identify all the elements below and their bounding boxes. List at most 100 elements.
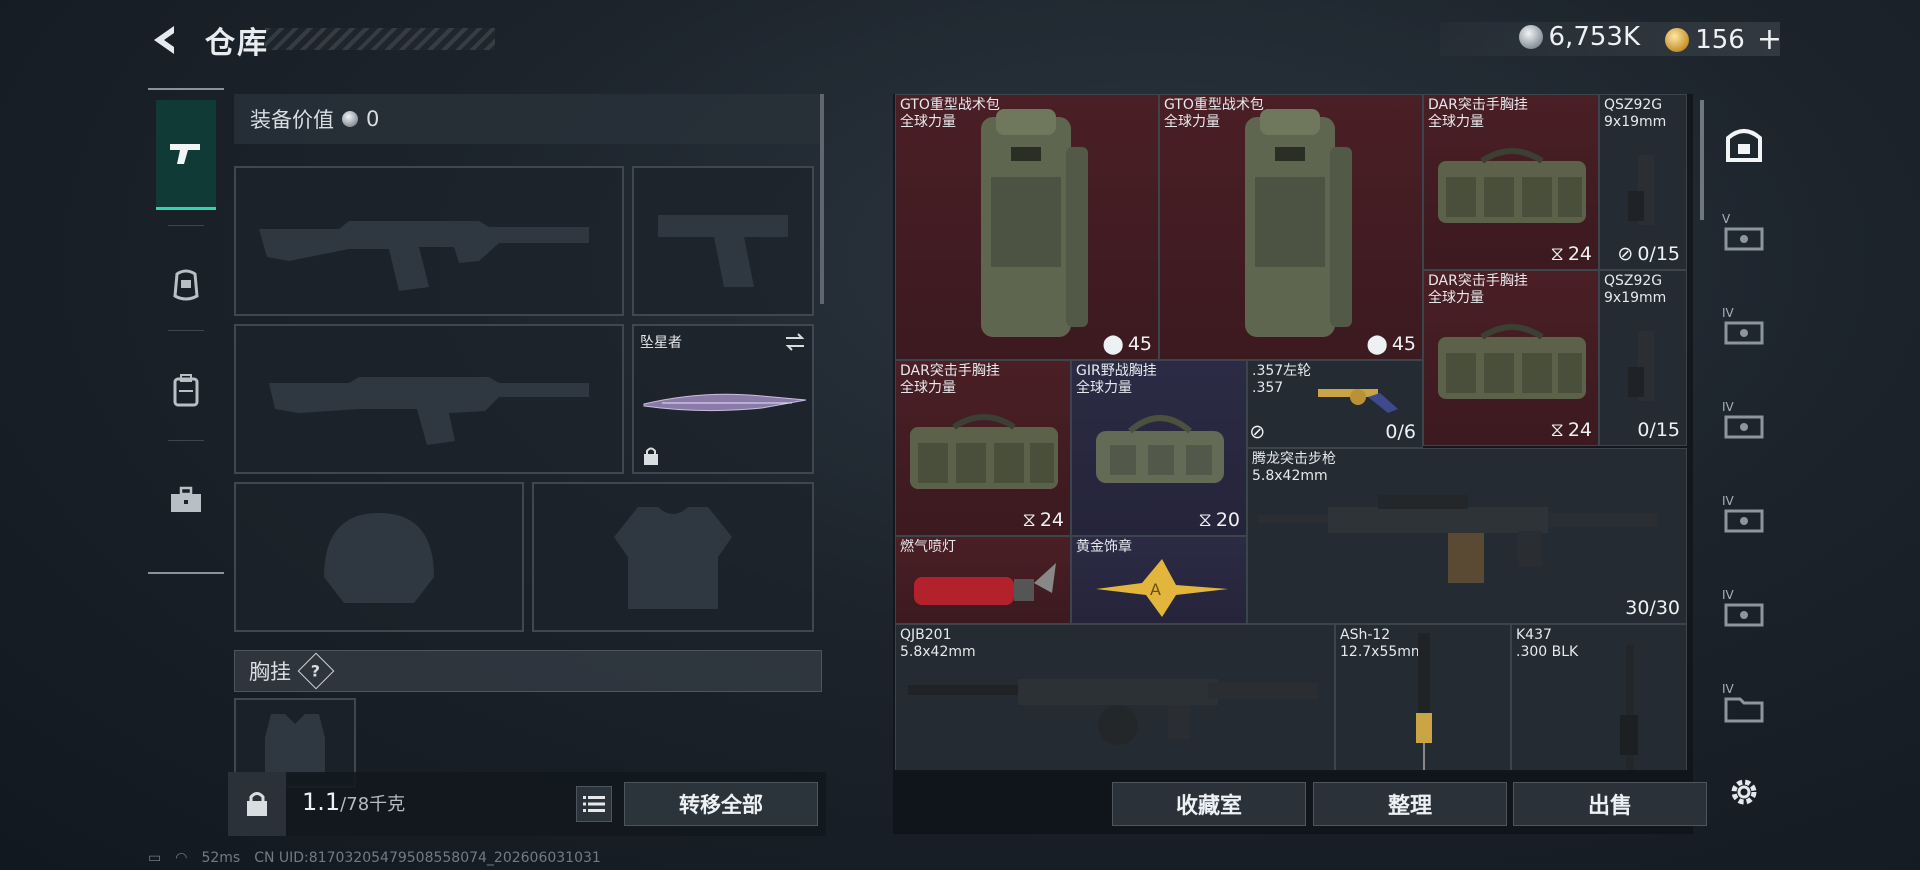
list-view-button[interactable]: [576, 786, 612, 822]
item-count: 30/30: [1625, 597, 1680, 619]
filter-level-iv[interactable]: IV: [1718, 494, 1770, 546]
nav-divider: [168, 440, 204, 441]
gas-torch-icon: [914, 563, 1056, 605]
sort-button[interactable]: 整理: [1313, 782, 1507, 826]
stash-item[interactable]: GIR野战胸挂 全球力量 ⧖ 20: [1071, 360, 1247, 536]
carry-weight: 1.1/78千克: [302, 788, 405, 816]
transfer-all-button[interactable]: 转移全部: [624, 782, 818, 826]
item-count: 24: [1039, 509, 1064, 531]
stash-item[interactable]: DAR突击手胸挂 全球力量 ⧖ 24: [895, 360, 1071, 536]
chest-rig-icon: [1438, 324, 1586, 399]
item-name: QSZ92G: [1604, 97, 1663, 113]
stash-item[interactable]: DAR突击手胸挂 全球力量 ⧖ 24: [1423, 270, 1599, 446]
swap-icon[interactable]: [784, 332, 806, 352]
rig-icon: ⧖: [1550, 243, 1564, 265]
chest-rig-header: 胸挂 ?: [234, 650, 822, 692]
chest-rig-icon: [910, 414, 1058, 489]
helmet-armor-icon: [173, 269, 199, 301]
body-armor-slot[interactable]: [532, 482, 814, 632]
stash-item[interactable]: ASh-12 12.7x55mm: [1335, 624, 1511, 770]
lock-toggle[interactable]: [228, 772, 286, 836]
weight-icon: ⬤: [1366, 333, 1388, 355]
silver-coin-icon: [342, 111, 358, 127]
backpack-icon: [981, 109, 1088, 337]
item-name: DAR突击手胸挂: [1428, 273, 1528, 289]
no-mag-icon: ⊘: [1617, 243, 1634, 265]
filter-level-iv[interactable]: IV: [1718, 306, 1770, 358]
pistol-icon: [1628, 331, 1654, 401]
item-sub: 9x19mm: [1604, 114, 1667, 130]
equip-value-label: 装备价值: [250, 108, 334, 132]
backpack-icon: [1245, 109, 1352, 337]
stash-panel: GTO重型战术包 全球力量 ⬤ 45 GTO重型战术包 全球力量 ⬤ 45 DA…: [893, 94, 1693, 834]
stash-item[interactable]: 燃气喷灯: [895, 536, 1071, 624]
filter-all[interactable]: [1718, 118, 1770, 170]
sell-button[interactable]: 出售: [1513, 782, 1707, 826]
item-sub: 全球力量: [1076, 380, 1132, 396]
item-name: QSZ92G: [1604, 273, 1663, 289]
gold-amount: 156: [1695, 24, 1745, 55]
filter-level: IV: [1722, 400, 1734, 414]
helmet-silhouette-icon: [236, 484, 522, 630]
weight-current: 1.1: [302, 788, 341, 816]
title-decoration: [265, 28, 495, 50]
loadout-category-nav: [148, 88, 224, 574]
item-sub: 全球力量: [1428, 290, 1484, 306]
pistol-slot[interactable]: [632, 166, 814, 316]
collection-room-button[interactable]: 收藏室: [1112, 782, 1306, 826]
rig-icon: ⧖: [1198, 509, 1212, 531]
weapon-case-icon: [1724, 603, 1764, 627]
weight-icon: ⬤: [1102, 333, 1124, 355]
stash-scrollbar[interactable]: [1700, 100, 1704, 220]
stash-item[interactable]: QJB201 5.8x42mm: [895, 624, 1335, 770]
weapon-case-icon: [1724, 509, 1764, 533]
help-icon[interactable]: ?: [297, 652, 335, 690]
stash-item[interactable]: GTO重型战术包 全球力量 ⬤ 45: [1159, 94, 1423, 360]
rig-icon: ⧖: [1022, 509, 1036, 531]
stash-item[interactable]: 黄金饰章 A: [1071, 536, 1247, 624]
stash-item[interactable]: DAR突击手胸挂 全球力量 ⧖ 24: [1423, 94, 1599, 270]
primary-weapon-slot-1[interactable]: [234, 166, 624, 316]
machine-gun-icon: [908, 679, 1318, 745]
equip-value-amount: 0: [366, 107, 380, 131]
back-button[interactable]: [148, 22, 184, 58]
item-name: GIR野战胸挂: [1076, 363, 1157, 379]
loadout-scrollbar[interactable]: [820, 94, 824, 304]
filter-level-iv[interactable]: IV: [1718, 400, 1770, 452]
stash-item[interactable]: QSZ92G 9x19mm ⊘ 0/15: [1599, 94, 1687, 270]
nav-case[interactable]: [156, 445, 216, 555]
melee-slot[interactable]: 坠星者: [632, 324, 814, 474]
stash-item[interactable]: K437.300 BLK: [1511, 624, 1687, 770]
item-sub: 全球力量: [1428, 114, 1484, 130]
settings-button[interactable]: [1718, 766, 1770, 818]
rifle-vertical-icon: [1620, 645, 1638, 770]
equip-value-bar: 装备价值 0: [234, 94, 822, 144]
item-name: 燃气喷灯: [900, 539, 956, 555]
stash-item[interactable]: QSZ92G 9x19mm 0/15: [1599, 270, 1687, 446]
add-currency-button[interactable]: +: [1757, 22, 1782, 57]
filter-level-iv[interactable]: IV: [1718, 588, 1770, 640]
nav-armor[interactable]: [156, 230, 216, 340]
stash-item[interactable]: GTO重型战术包 全球力量 ⬤ 45: [895, 94, 1159, 360]
gear-icon: [1731, 779, 1757, 805]
helmet-slot[interactable]: [234, 482, 524, 632]
filter-level-v[interactable]: V: [1718, 212, 1770, 264]
filter-level-iv[interactable]: IV: [1718, 682, 1770, 734]
ping-text: 52ms: [201, 850, 241, 866]
weight-max: /78千克: [340, 794, 406, 815]
nav-backpack[interactable]: [156, 335, 216, 445]
primary-weapon-slot-2[interactable]: [234, 324, 624, 474]
battery-icon: ▭: [148, 850, 162, 866]
filter-level: V: [1722, 212, 1731, 226]
stash-item[interactable]: 腾龙突击步枪 5.8x42mm 30/30: [1247, 448, 1687, 624]
item-name: DAR突击手胸挂: [900, 363, 1000, 379]
gold-coin-icon: [1665, 27, 1690, 52]
pistol-silhouette-icon: [634, 168, 812, 314]
stash-item[interactable]: .357左轮 .357 ⊘ 0/6: [1247, 360, 1423, 448]
lock-icon: [247, 792, 267, 816]
stash-filter-column: V IV IV IV IV IV: [1712, 94, 1776, 834]
svg-text:A: A: [1150, 580, 1161, 599]
item-count: 0/6: [1385, 421, 1416, 443]
back-arrow-icon: [154, 26, 174, 54]
nav-weapons[interactable]: [156, 100, 216, 210]
